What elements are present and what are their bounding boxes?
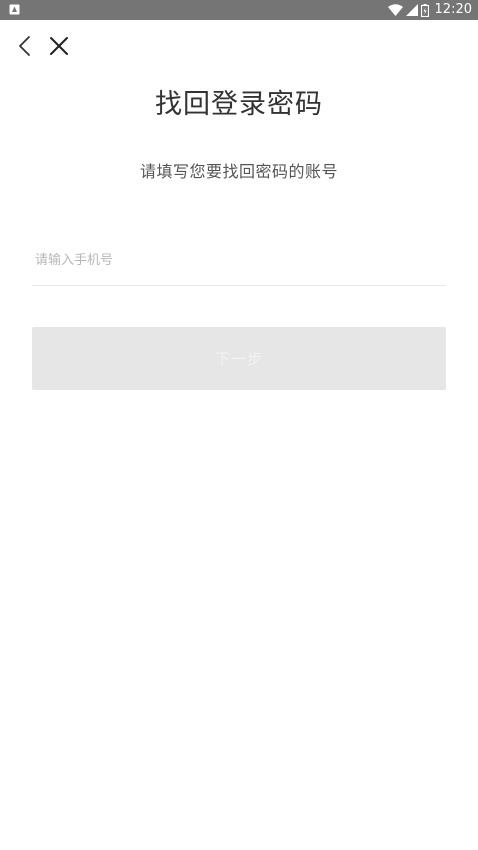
chevron-left-icon[interactable]: [14, 34, 36, 58]
phone-input[interactable]: [32, 236, 446, 286]
next-button[interactable]: 下一步: [32, 327, 446, 390]
signal-icon: [405, 4, 418, 16]
status-icons: 12:20: [387, 0, 472, 20]
status-time: 12:20: [434, 2, 472, 17]
page-title: 找回登录密码: [155, 89, 323, 120]
page-subtitle: 请填写您要找回密码的账号: [139, 162, 338, 181]
status-bar: 12:20: [0, 0, 478, 20]
notification-icon: [9, 4, 20, 15]
wifi-icon: [387, 4, 403, 16]
battery-icon: [420, 3, 429, 17]
close-icon[interactable]: [47, 34, 71, 58]
